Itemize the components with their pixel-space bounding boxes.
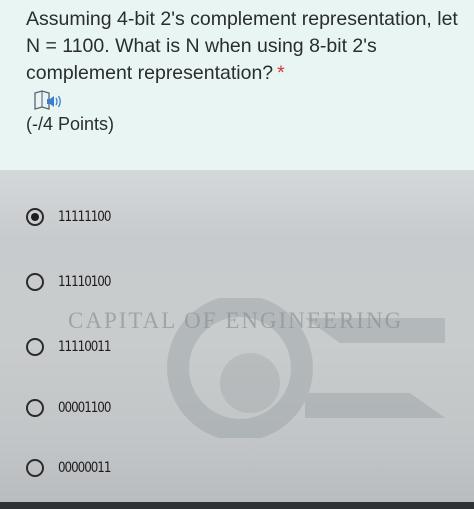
option-label: 00000011	[58, 460, 111, 476]
question-prompt: Assuming 4-bit 2's complement representa…	[26, 8, 458, 84]
option-label: 11110100	[58, 274, 111, 290]
points-label: (-/4 Points)	[26, 114, 115, 134]
option-label: 11111100	[58, 209, 111, 225]
radio-icon[interactable]	[26, 273, 44, 291]
required-marker: *	[277, 62, 285, 84]
radio-selected-icon[interactable]	[26, 208, 44, 226]
question-text: Assuming 4-bit 2's complement representa…	[26, 6, 466, 87]
question-panel: Assuming 4-bit 2's complement representa…	[0, 0, 474, 170]
radio-icon[interactable]	[26, 338, 44, 356]
option-label: 00001100	[58, 400, 111, 416]
option-3[interactable]: 11110011	[26, 334, 120, 360]
radio-icon[interactable]	[26, 399, 44, 417]
option-4[interactable]: 00001100	[26, 395, 120, 421]
watermark-text: CAPITAL OF ENGINEERING	[68, 308, 404, 333]
speaker-icon[interactable]	[34, 90, 64, 112]
bottom-strip	[0, 502, 474, 509]
answer-area: CAPITAL OF ENGINEERING 11111100 11110100…	[0, 170, 474, 509]
option-2[interactable]: 11110100	[26, 269, 120, 295]
option-5[interactable]: 00000011	[26, 455, 120, 481]
option-label: 11110011	[58, 339, 111, 355]
radio-icon[interactable]	[26, 459, 44, 477]
option-1[interactable]: 11111100	[26, 204, 120, 230]
